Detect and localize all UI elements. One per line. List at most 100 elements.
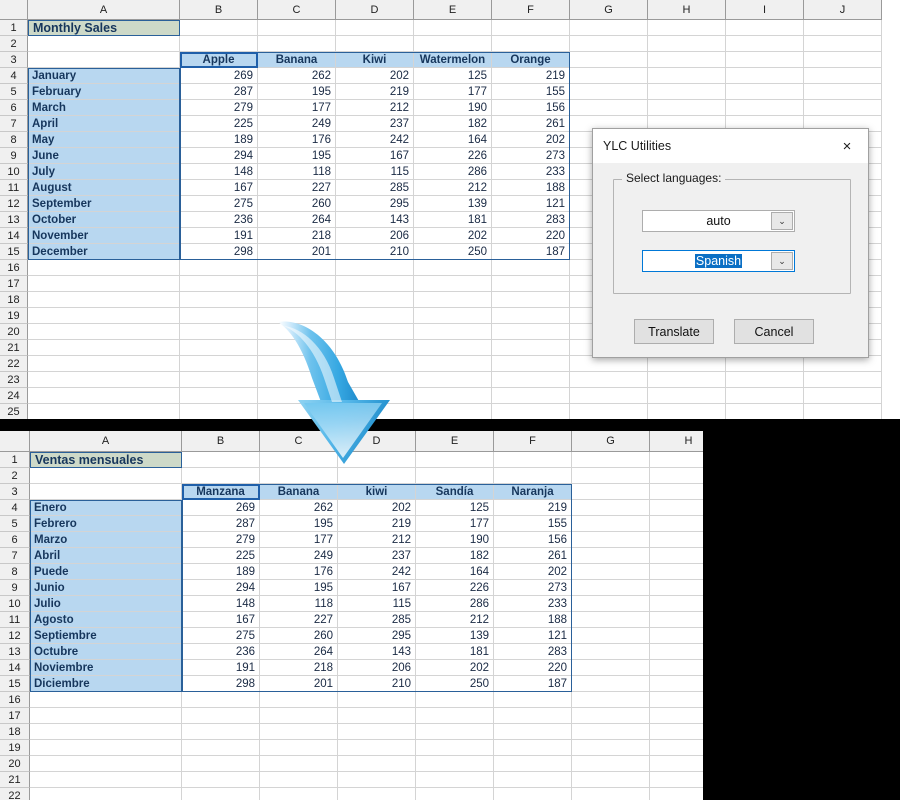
top-cell-D16[interactable]	[336, 260, 414, 276]
bottom-cell-H12[interactable]	[650, 628, 703, 644]
top-cell-E19[interactable]	[414, 308, 492, 324]
bottom-cell-H19[interactable]	[650, 740, 703, 756]
top-column-header-a[interactable]: A	[28, 0, 180, 20]
bottom-cell-E13[interactable]: 181	[416, 644, 494, 660]
bottom-cell-F14[interactable]: 220	[494, 660, 572, 676]
top-row-header-18[interactable]: 18	[0, 292, 28, 308]
top-cell-E9[interactable]: 226	[414, 148, 492, 164]
bottom-cell-B3[interactable]: Manzana	[182, 484, 260, 500]
top-cell-A24[interactable]	[28, 388, 180, 404]
bottom-cell-H22[interactable]	[650, 788, 703, 800]
bottom-cell-F16[interactable]	[494, 692, 572, 708]
bottom-cell-H7[interactable]	[650, 548, 703, 564]
bottom-cell-H9[interactable]	[650, 580, 703, 596]
top-cell-F25[interactable]	[492, 404, 570, 419]
bottom-row-header-11[interactable]: 11	[0, 612, 30, 628]
top-cell-H4[interactable]	[648, 68, 726, 84]
top-cell-D23[interactable]	[336, 372, 414, 388]
bottom-cell-B9[interactable]: 294	[182, 580, 260, 596]
bottom-cell-H13[interactable]	[650, 644, 703, 660]
bottom-cell-F7[interactable]: 261	[494, 548, 572, 564]
top-cell-A6[interactable]: March	[28, 100, 180, 116]
bottom-row-header-1[interactable]: 1	[0, 452, 30, 468]
top-column-header-c[interactable]: C	[258, 0, 336, 20]
bottom-cell-D16[interactable]	[338, 692, 416, 708]
top-row-header-3[interactable]: 3	[0, 52, 28, 68]
top-row-header-21[interactable]: 21	[0, 340, 28, 356]
top-cell-B16[interactable]	[180, 260, 258, 276]
top-cell-A14[interactable]: November	[28, 228, 180, 244]
bottom-cell-A10[interactable]: Julio	[30, 596, 182, 612]
top-cell-A9[interactable]: June	[28, 148, 180, 164]
top-cell-E1[interactable]	[414, 20, 492, 36]
bottom-cell-C17[interactable]	[260, 708, 338, 724]
top-column-header-h[interactable]: H	[648, 0, 726, 20]
top-cell-H3[interactable]	[648, 52, 726, 68]
bottom-cell-C22[interactable]	[260, 788, 338, 800]
top-cell-I24[interactable]	[726, 388, 804, 404]
bottom-cell-B1[interactable]	[182, 452, 260, 468]
top-cell-A15[interactable]: December	[28, 244, 180, 260]
top-cell-F21[interactable]	[492, 340, 570, 356]
top-cell-H1[interactable]	[648, 20, 726, 36]
bottom-cell-A14[interactable]: Noviembre	[30, 660, 182, 676]
bottom-column-header-h[interactable]: H	[650, 431, 703, 452]
bottom-cell-E11[interactable]: 212	[416, 612, 494, 628]
bottom-cell-B11[interactable]: 167	[182, 612, 260, 628]
top-cell-D17[interactable]	[336, 276, 414, 292]
bottom-cell-E12[interactable]: 139	[416, 628, 494, 644]
top-cell-F1[interactable]	[492, 20, 570, 36]
bottom-cell-H8[interactable]	[650, 564, 703, 580]
top-cell-B7[interactable]: 225	[180, 116, 258, 132]
top-cell-B19[interactable]	[180, 308, 258, 324]
top-cell-C11[interactable]: 227	[258, 180, 336, 196]
bottom-cell-B4[interactable]: 269	[182, 500, 260, 516]
bottom-row-header-21[interactable]: 21	[0, 772, 30, 788]
bottom-cell-E15[interactable]: 250	[416, 676, 494, 692]
bottom-cell-D8[interactable]: 242	[338, 564, 416, 580]
top-cell-G1[interactable]	[570, 20, 648, 36]
top-cell-F18[interactable]	[492, 292, 570, 308]
top-cell-J5[interactable]	[804, 84, 882, 100]
bottom-row-header-18[interactable]: 18	[0, 724, 30, 740]
top-cell-D21[interactable]	[336, 340, 414, 356]
top-cell-E11[interactable]: 212	[414, 180, 492, 196]
top-cell-J1[interactable]	[804, 20, 882, 36]
top-column-header-e[interactable]: E	[414, 0, 492, 20]
bottom-row-header-2[interactable]: 2	[0, 468, 30, 484]
bottom-row-header-12[interactable]: 12	[0, 628, 30, 644]
bottom-cell-G17[interactable]	[572, 708, 650, 724]
bottom-cell-A8[interactable]: Puede	[30, 564, 182, 580]
top-cell-A19[interactable]	[28, 308, 180, 324]
bottom-cell-D17[interactable]	[338, 708, 416, 724]
bottom-cell-C12[interactable]: 260	[260, 628, 338, 644]
bottom-cell-C3[interactable]: Banana	[260, 484, 338, 500]
top-cell-B4[interactable]: 269	[180, 68, 258, 84]
top-row-header-20[interactable]: 20	[0, 324, 28, 340]
top-cell-C2[interactable]	[258, 36, 336, 52]
top-cell-E7[interactable]: 182	[414, 116, 492, 132]
target-language-select[interactable]: Spanish ⌄	[642, 250, 795, 272]
bottom-cell-F12[interactable]: 121	[494, 628, 572, 644]
bottom-cell-H18[interactable]	[650, 724, 703, 740]
bottom-cell-C7[interactable]: 249	[260, 548, 338, 564]
chevron-down-icon[interactable]: ⌄	[771, 252, 793, 270]
bottom-cell-E5[interactable]: 177	[416, 516, 494, 532]
bottom-cell-C6[interactable]: 177	[260, 532, 338, 548]
top-cell-H23[interactable]	[648, 372, 726, 388]
top-cell-H2[interactable]	[648, 36, 726, 52]
bottom-cell-G1[interactable]	[572, 452, 650, 468]
bottom-cell-H5[interactable]	[650, 516, 703, 532]
top-cell-B12[interactable]: 275	[180, 196, 258, 212]
bottom-cell-B12[interactable]: 275	[182, 628, 260, 644]
bottom-cell-D12[interactable]: 295	[338, 628, 416, 644]
top-cell-E17[interactable]	[414, 276, 492, 292]
bottom-cell-E14[interactable]: 202	[416, 660, 494, 676]
top-cell-D15[interactable]: 210	[336, 244, 414, 260]
bottom-cell-D18[interactable]	[338, 724, 416, 740]
top-cell-F17[interactable]	[492, 276, 570, 292]
bottom-cell-C10[interactable]: 118	[260, 596, 338, 612]
bottom-cell-G9[interactable]	[572, 580, 650, 596]
bottom-cell-A20[interactable]	[30, 756, 182, 772]
top-cell-I22[interactable]	[726, 356, 804, 372]
